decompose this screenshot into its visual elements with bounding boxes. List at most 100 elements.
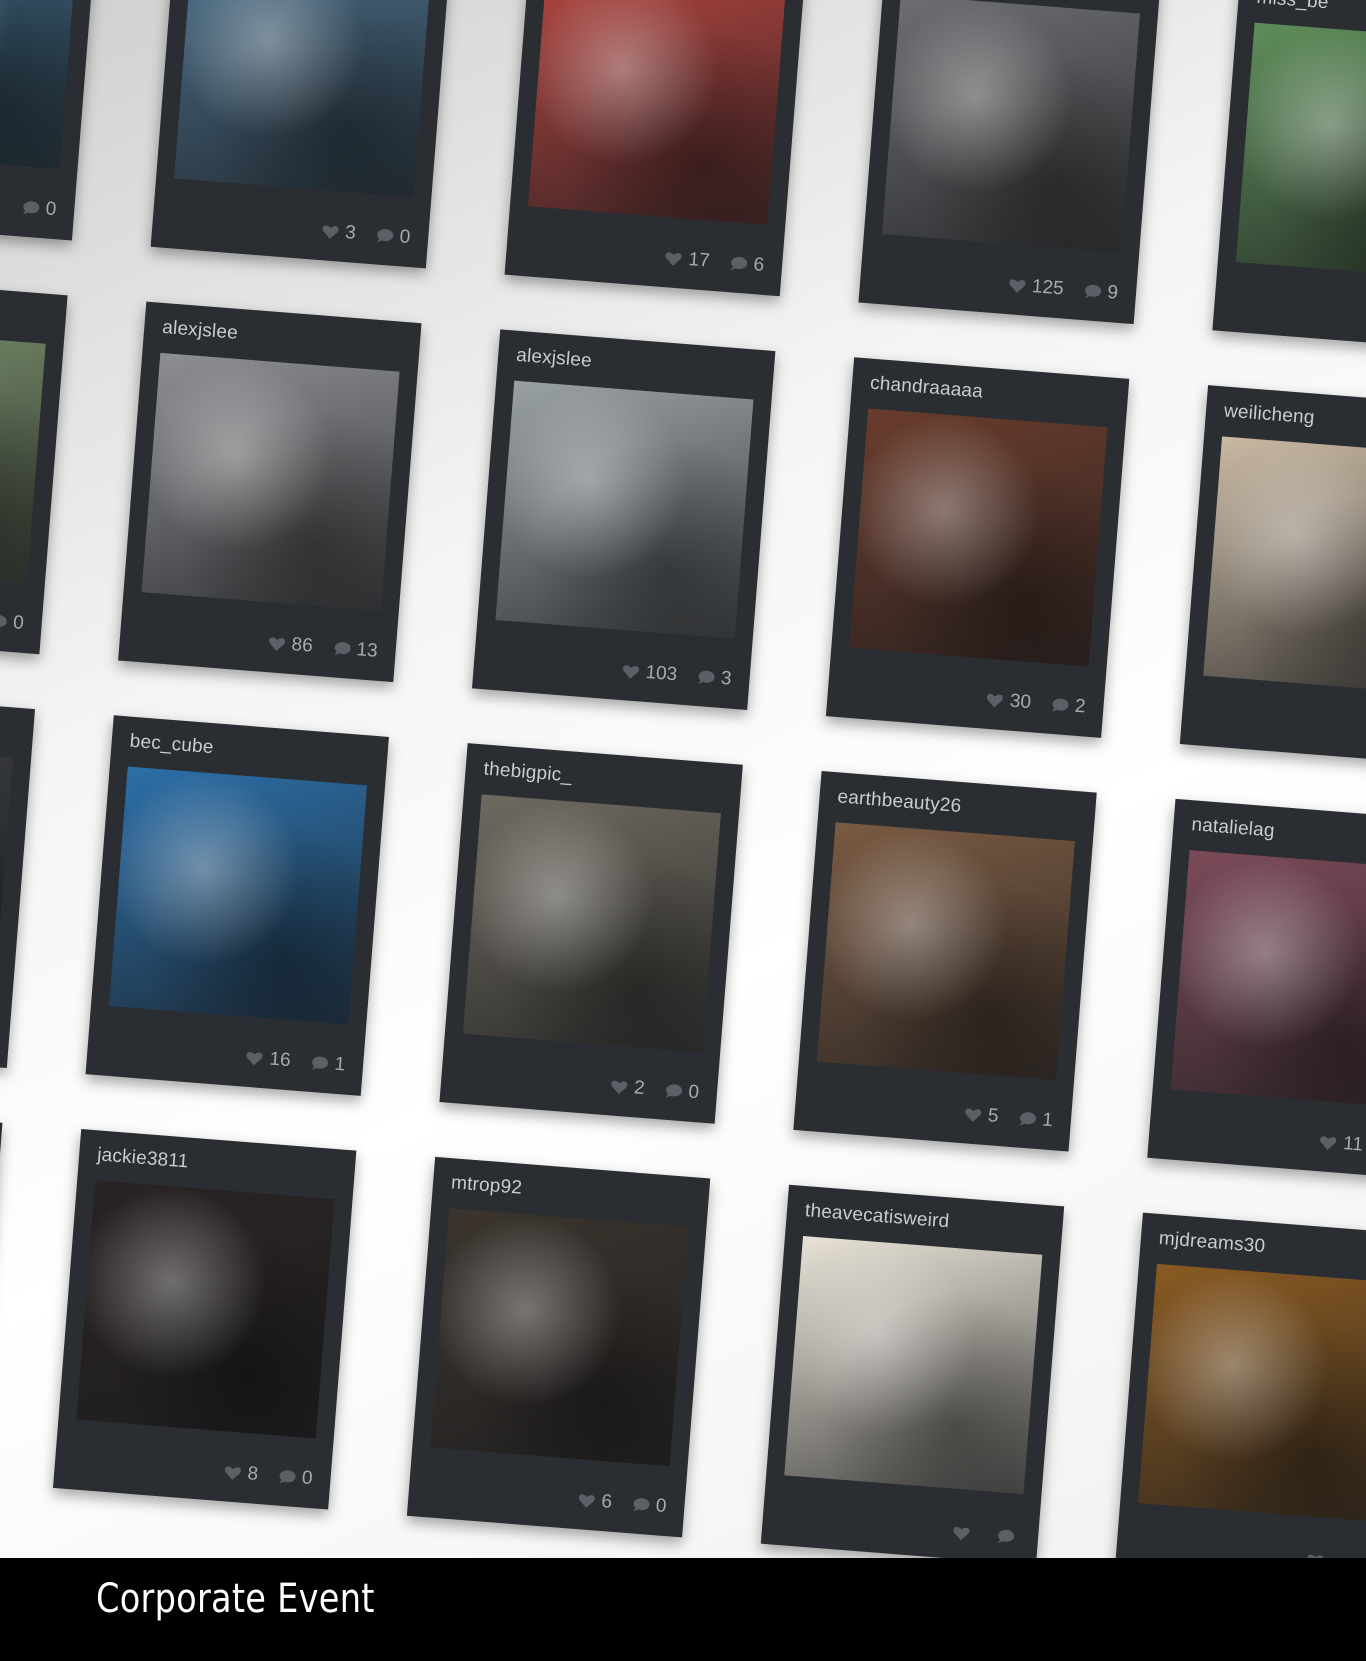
- comments-count: 0: [301, 1467, 314, 1490]
- photo-card-username[interactable]: alexjslee: [515, 345, 592, 373]
- photo-card[interactable]: thebigpic_ 2 0: [439, 743, 743, 1124]
- photo-card-username[interactable]: theavecatisweird: [804, 1200, 950, 1233]
- heart-icon: [985, 692, 1004, 709]
- photo-card-stats: 11: [1318, 1131, 1366, 1160]
- photo-card-stats: [952, 1525, 1021, 1546]
- photo-card-image[interactable]: [495, 380, 754, 639]
- comment-icon: [1018, 1111, 1037, 1128]
- photo-card-image[interactable]: [1235, 22, 1366, 281]
- photo-card[interactable]: 30: [150, 0, 455, 269]
- comments-count: 13: [355, 639, 379, 662]
- photo-card-username[interactable]: miss_be: [1256, 0, 1330, 14]
- heart-icon: [1007, 277, 1026, 294]
- photo-card[interactable]: 0: [0, 0, 101, 241]
- comment-icon: [664, 1083, 683, 1100]
- photo-card-image[interactable]: [528, 0, 787, 226]
- photo-card-username[interactable]: earthbeauty26: [837, 786, 962, 818]
- photo-card-image[interactable]: [0, 738, 14, 997]
- photo-card[interactable]: bec_cube 16 1: [85, 715, 389, 1096]
- photo-card-stats: 103 3: [621, 660, 732, 691]
- photo-card-image[interactable]: [881, 0, 1140, 253]
- photo-card-image[interactable]: [108, 766, 368, 1025]
- photo-card-username[interactable]: weilicheng: [1223, 401, 1315, 430]
- photo-card[interactable]: chandraaaaa 30 2: [825, 357, 1130, 738]
- comment-icon: [1083, 283, 1102, 300]
- photo-card[interactable]: alexjslee 103 3: [472, 329, 776, 710]
- heart-icon: [609, 1078, 628, 1095]
- photo-card-image[interactable]: [462, 794, 721, 1053]
- likes-count: 3: [344, 221, 357, 244]
- photo-card-image[interactable]: [174, 0, 433, 198]
- comment-icon: [1050, 697, 1069, 714]
- photo-card[interactable]: miss_be: [1212, 0, 1366, 352]
- photo-card[interactable]: alexjslee 86 13: [118, 301, 422, 683]
- photo-card-username[interactable]: alexjslee: [161, 317, 239, 345]
- photo-card-username[interactable]: thebigpic_: [483, 759, 573, 788]
- photo-card-image[interactable]: [1203, 436, 1366, 695]
- photo-card-image[interactable]: [430, 1208, 689, 1467]
- photo-card[interactable]: natalielag 11: [1147, 798, 1366, 1180]
- comments-count: 0: [12, 612, 25, 634]
- comment-icon: [995, 1528, 1015, 1545]
- photo-card-image[interactable]: [784, 1235, 1043, 1495]
- photo-card-image[interactable]: [0, 324, 46, 584]
- heart-icon: [621, 663, 640, 680]
- photo-card[interactable]: earthbeauty26 5 1: [793, 771, 1097, 1152]
- heart-icon: [577, 1492, 596, 1509]
- comment-icon: [631, 1496, 650, 1513]
- photo-card-username[interactable]: mtrop92: [450, 1172, 523, 1200]
- photo-card-username[interactable]: mjdreams30: [1158, 1228, 1266, 1258]
- photo-card[interactable]: mjdreams30: [1114, 1212, 1366, 1558]
- heart-icon: [267, 635, 286, 652]
- caption-title: Corporate Event: [96, 1576, 375, 1622]
- photo-wall-stage: 0 3 0 17 6 125 9 miss_be 0 alexjslee 86 13 alexjslee…: [0, 0, 1366, 1558]
- photo-card[interactable]: weilicheng: [1179, 385, 1366, 766]
- heart-icon: [963, 1106, 982, 1123]
- photo-card[interactable]: mtrop92 6 0: [406, 1156, 711, 1538]
- comment-icon: [0, 613, 8, 630]
- photo-card[interactable]: 0: [0, 273, 68, 655]
- photo-card[interactable]: 17 6: [504, 0, 808, 297]
- photo-card-image[interactable]: [849, 408, 1108, 667]
- photo-card[interactable]: theavecatisweird: [760, 1184, 1065, 1558]
- photo-card-stats: 60: [577, 1489, 668, 1518]
- heart-icon: [321, 223, 340, 240]
- photo-card-image[interactable]: [1138, 1263, 1366, 1522]
- photo-card[interactable]: jackie3811 8 0: [52, 1129, 357, 1510]
- photo-card-image[interactable]: [141, 352, 400, 611]
- comments-count: 0: [44, 198, 58, 221]
- photo-card[interactable]: 125 9: [858, 0, 1162, 325]
- photo-card-username[interactable]: chandraaaaa: [869, 373, 983, 404]
- comments-count: 0: [398, 226, 412, 249]
- photo-card-stats: 125 9: [1007, 274, 1119, 305]
- photo-card-image[interactable]: [76, 1180, 335, 1439]
- photo-card[interactable]: [0, 687, 36, 1068]
- likes-count: 8: [246, 1463, 259, 1485]
- photo-card-stats: 16 1: [245, 1047, 346, 1077]
- photo-card-stats: 0: [0, 193, 57, 221]
- comments-count: 6: [752, 254, 765, 276]
- photo-card-stats: 0: [0, 607, 25, 635]
- photo-card[interactable]: [0, 1101, 3, 1482]
- heart-icon: [664, 250, 683, 267]
- comment-icon: [21, 200, 40, 217]
- photo-card-image[interactable]: [0, 0, 79, 170]
- photo-card-stats: 30 2: [985, 689, 1086, 719]
- photo-card-image[interactable]: [816, 822, 1075, 1081]
- comments-count: 0: [655, 1495, 668, 1518]
- comment-icon: [696, 669, 716, 686]
- comments-count: 9: [1106, 281, 1119, 304]
- photo-card-username[interactable]: bec_cube: [129, 731, 214, 760]
- heart-icon: [245, 1050, 264, 1067]
- heart-icon: [952, 1525, 971, 1542]
- heart-icon: [223, 1464, 242, 1481]
- photo-card-stats: 86 13: [267, 632, 379, 663]
- comments-count: 1: [1041, 1109, 1054, 1132]
- heart-icon: [1319, 1134, 1338, 1151]
- photo-card-username[interactable]: natalielag: [1191, 814, 1276, 842]
- comment-icon: [375, 227, 394, 244]
- photo-card-username[interactable]: jackie3811: [96, 1144, 189, 1173]
- photo-card-image[interactable]: [1170, 850, 1366, 1109]
- likes-count: 17: [687, 249, 711, 272]
- likes-count: 103: [644, 661, 678, 686]
